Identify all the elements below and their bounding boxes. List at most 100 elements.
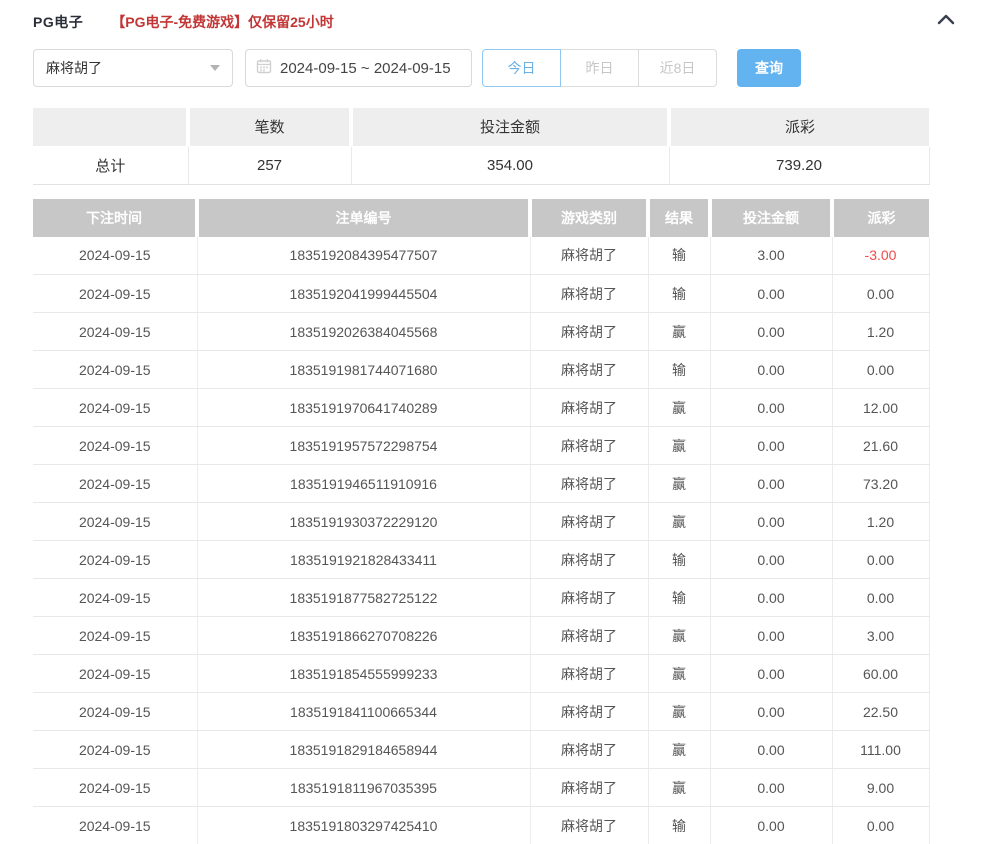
today-button[interactable]: 今日	[482, 49, 561, 87]
result-cell: 输	[648, 237, 710, 275]
game-type-cell: 麻将胡了	[530, 313, 648, 351]
order-id-cell: 1835192026384045568	[197, 313, 530, 351]
order-id-cell: 1835192084395477507	[197, 237, 530, 275]
result-cell: 输	[648, 579, 710, 617]
order-id-cell: 1835191811967035395	[197, 769, 530, 807]
summary-header-row: 笔数 投注金额 派彩	[33, 108, 929, 146]
game-type-cell: 麻将胡了	[530, 275, 648, 313]
game-type-cell: 麻将胡了	[530, 769, 648, 807]
yesterday-button[interactable]: 昨日	[560, 49, 639, 87]
payout-cell: 60.00	[832, 655, 929, 693]
bet-time-cell: 2024-09-15	[33, 351, 197, 389]
summary-total-payout: 739.20	[669, 146, 929, 184]
table-row: 2024-09-151835192084395477507麻将胡了输3.00-3…	[33, 237, 929, 275]
filter-bar: 麻将胡了 2024-09-15 ~ 2024-09-15	[33, 48, 970, 88]
table-row: 2024-09-151835191803297425410麻将胡了输0.000.…	[33, 807, 929, 844]
bet-amount-cell: 0.00	[710, 313, 832, 351]
col-order-id: 注单编号	[197, 199, 530, 237]
game-type-cell: 麻将胡了	[530, 731, 648, 769]
game-type-select[interactable]: 麻将胡了	[33, 49, 233, 87]
table-row: 2024-09-151835191930372229120麻将胡了赢0.001.…	[33, 503, 929, 541]
table-row: 2024-09-151835191841100665344麻将胡了赢0.0022…	[33, 693, 929, 731]
game-type-cell: 麻将胡了	[530, 465, 648, 503]
payout-cell: 0.00	[832, 541, 929, 579]
records-table: 下注时间 注单编号 游戏类别 结果 投注金额 派彩 2024-09-151835…	[33, 199, 930, 844]
bet-amount-cell: 3.00	[710, 237, 832, 275]
payout-cell: 12.00	[832, 389, 929, 427]
order-id-cell: 1835191866270708226	[197, 617, 530, 655]
order-id-cell: 1835192041999445504	[197, 275, 530, 313]
game-type-cell: 麻将胡了	[530, 351, 648, 389]
game-type-cell: 麻将胡了	[530, 237, 648, 275]
col-result: 结果	[648, 199, 710, 237]
payout-cell: 73.20	[832, 465, 929, 503]
bet-amount-cell: 0.00	[710, 655, 832, 693]
bet-time-cell: 2024-09-15	[33, 769, 197, 807]
col-payout: 派彩	[832, 199, 929, 237]
table-row: 2024-09-151835191829184658944麻将胡了赢0.0011…	[33, 731, 929, 769]
bet-time-cell: 2024-09-15	[33, 275, 197, 313]
summary-col-count: 笔数	[188, 108, 351, 146]
bet-time-cell: 2024-09-15	[33, 617, 197, 655]
summary-total-label: 总计	[33, 146, 188, 184]
summary-total-row: 总计 257 354.00 739.20	[33, 146, 929, 184]
payout-cell: 1.20	[832, 503, 929, 541]
result-cell: 赢	[648, 617, 710, 655]
result-cell: 输	[648, 351, 710, 389]
payout-cell: 22.50	[832, 693, 929, 731]
table-row: 2024-09-151835192041999445504麻将胡了输0.000.…	[33, 275, 929, 313]
game-type-cell: 麻将胡了	[530, 693, 648, 731]
payout-cell: 111.00	[832, 731, 929, 769]
bet-time-cell: 2024-09-15	[33, 541, 197, 579]
pg-records-panel: PG电子 【PG电子-免费游戏】仅保留25小时 麻将胡了	[0, 0, 1003, 844]
chevron-up-icon	[937, 13, 955, 28]
payout-cell: 0.00	[832, 807, 929, 844]
bet-time-cell: 2024-09-15	[33, 693, 197, 731]
bet-amount-cell: 0.00	[710, 389, 832, 427]
bet-time-cell: 2024-09-15	[33, 731, 197, 769]
col-bet-time: 下注时间	[33, 199, 197, 237]
bet-time-cell: 2024-09-15	[33, 427, 197, 465]
table-row: 2024-09-151835191866270708226麻将胡了赢0.003.…	[33, 617, 929, 655]
search-button[interactable]: 查询	[737, 49, 801, 87]
result-cell: 赢	[648, 655, 710, 693]
summary-col-blank	[33, 108, 188, 146]
date-range-input[interactable]: 2024-09-15 ~ 2024-09-15	[245, 49, 472, 87]
summary-total-count: 257	[188, 146, 351, 184]
result-cell: 赢	[648, 769, 710, 807]
bet-amount-cell: 0.00	[710, 579, 832, 617]
payout-cell: 1.20	[832, 313, 929, 351]
summary-col-bet-amount: 投注金额	[351, 108, 669, 146]
bet-amount-cell: 0.00	[710, 769, 832, 807]
table-row: 2024-09-151835191854555999233麻将胡了赢0.0060…	[33, 655, 929, 693]
result-cell: 输	[648, 275, 710, 313]
game-type-cell: 麻将胡了	[530, 579, 648, 617]
order-id-cell: 1835191877582725122	[197, 579, 530, 617]
game-type-cell: 麻将胡了	[530, 655, 648, 693]
quick-date-button-group: 今日 昨日 近8日	[482, 49, 717, 87]
summary-col-payout: 派彩	[669, 108, 929, 146]
order-id-cell: 1835191981744071680	[197, 351, 530, 389]
payout-cell: 21.60	[832, 427, 929, 465]
bet-amount-cell: 0.00	[710, 427, 832, 465]
last-8-days-button[interactable]: 近8日	[638, 49, 717, 87]
game-type-cell: 麻将胡了	[530, 617, 648, 655]
panel-header: PG电子 【PG电子-免费游戏】仅保留25小时	[33, 0, 970, 32]
result-cell: 赢	[648, 313, 710, 351]
bet-time-cell: 2024-09-15	[33, 655, 197, 693]
bet-time-cell: 2024-09-15	[33, 503, 197, 541]
order-id-cell: 1835191803297425410	[197, 807, 530, 844]
game-type-cell: 麻将胡了	[530, 503, 648, 541]
payout-cell: 0.00	[832, 351, 929, 389]
game-type-cell: 麻将胡了	[530, 807, 648, 844]
payout-cell: 0.00	[832, 579, 929, 617]
result-cell: 赢	[648, 503, 710, 541]
order-id-cell: 1835191946511910916	[197, 465, 530, 503]
payout-cell: 9.00	[832, 769, 929, 807]
bet-amount-cell: 0.00	[710, 541, 832, 579]
records-body: 2024-09-151835192084395477507麻将胡了输3.00-3…	[33, 237, 929, 844]
table-row: 2024-09-151835191921828433411麻将胡了输0.000.…	[33, 541, 929, 579]
table-row: 2024-09-151835191957572298754麻将胡了赢0.0021…	[33, 427, 929, 465]
table-row: 2024-09-151835191946511910916麻将胡了赢0.0073…	[33, 465, 929, 503]
collapse-panel-button[interactable]	[934, 8, 958, 32]
